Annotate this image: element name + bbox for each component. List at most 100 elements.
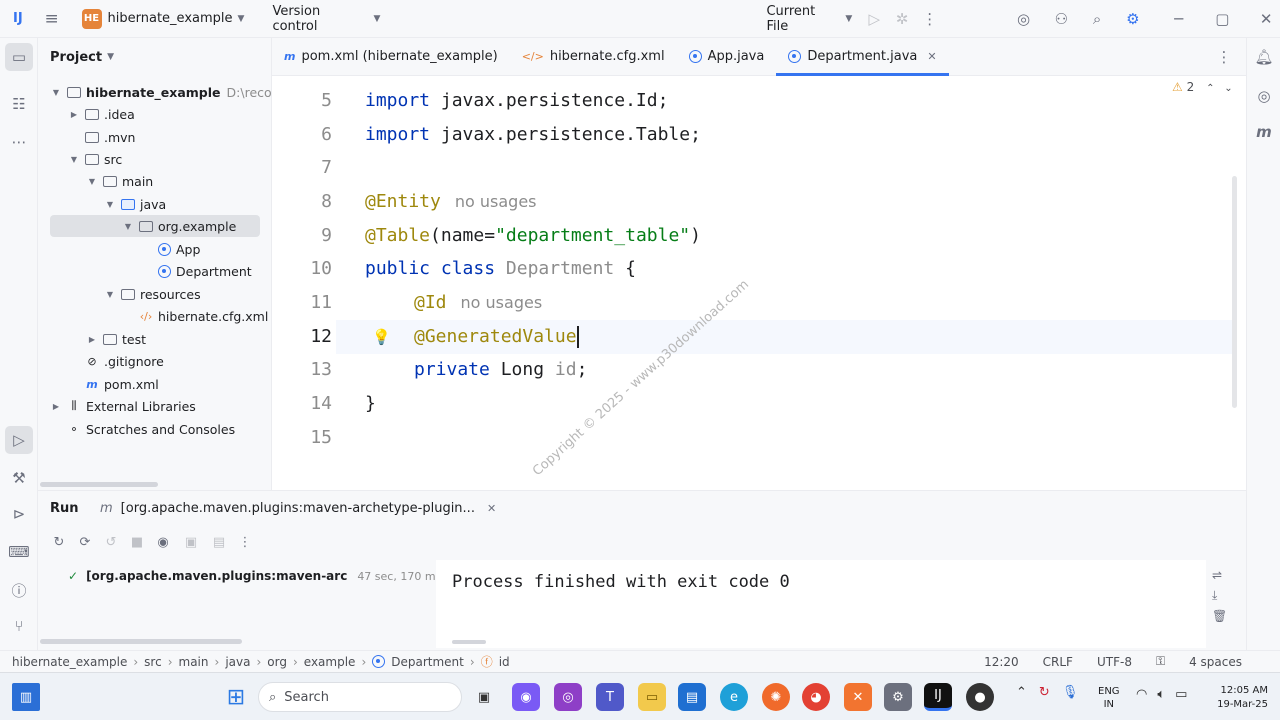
tabs-more-icon[interactable]: ⋮ (1210, 43, 1238, 71)
chevron-down-icon[interactable]: ▼ (122, 222, 134, 231)
services-tool-icon[interactable]: ⊳ (5, 500, 33, 528)
close-tab-icon[interactable]: ✕ (487, 502, 496, 515)
tree-item-java[interactable]: ▼ java (104, 193, 166, 215)
run-icon[interactable]: ▷ (860, 5, 888, 33)
settings-icon[interactable]: ⚙ (884, 683, 912, 711)
tree-item-mvn[interactable]: .mvn (68, 126, 135, 148)
run-tool-icon[interactable]: ▷ (5, 426, 33, 454)
chevron-down-icon[interactable]: ▼ (104, 290, 116, 299)
sync-icon[interactable]: ↻ (1039, 685, 1050, 700)
file-encoding[interactable]: UTF-8 (1097, 655, 1132, 669)
minimize-icon[interactable]: ─ (1165, 5, 1193, 33)
tree-item-gitignore[interactable]: ⊘ .gitignore (68, 350, 163, 372)
console-scrollbar[interactable] (452, 640, 486, 644)
debug-icon[interactable]: ✲ (888, 5, 916, 33)
chevron-right-icon[interactable]: ▶ (50, 402, 62, 411)
readonly-lock-icon[interactable]: ⚿ (1156, 654, 1165, 669)
stop-icon[interactable]: ■ (126, 535, 148, 550)
maximize-icon[interactable]: ▢ (1208, 5, 1236, 33)
rerun-debug-icon[interactable]: ↺ (100, 535, 122, 550)
run-config-selector[interactable]: Current File ▼ (758, 0, 860, 38)
app-logo-icon[interactable]: IJ (4, 5, 32, 33)
run-tree-item[interactable]: ✓ [org.apache.maven.plugins:maven-arc 47… (68, 569, 441, 583)
tree-item-main[interactable]: ▼ main (86, 170, 153, 192)
project-panel-header[interactable]: Project ▼ (38, 38, 271, 76)
warnings-indicator[interactable]: ⚠ 2 ⌃ ⌄ (1172, 80, 1233, 94)
chevron-down-icon[interactable]: ⌄ (1224, 83, 1232, 94)
chrome-icon[interactable]: ◕ (802, 683, 830, 711)
close-tab-icon[interactable]: ✕ (927, 50, 936, 63)
breadcrumb-item[interactable]: java (225, 655, 250, 669)
scroll-to-end-icon[interactable]: ⤓ (1212, 588, 1227, 603)
breadcrumb-item[interactable]: main (179, 655, 209, 669)
run-tab[interactable]: Run (50, 501, 79, 516)
usages-hint[interactable]: no usages (455, 192, 537, 211)
show-icon[interactable]: ◉ (152, 535, 174, 550)
chevron-down-icon[interactable]: ▼ (68, 155, 80, 164)
microphone-icon[interactable]: 🎙︎ (1062, 685, 1079, 700)
file-explorer-icon[interactable]: ▭ (638, 683, 666, 711)
main-menu-icon[interactable]: ≡ (38, 5, 66, 33)
camera-icon[interactable]: ▣ (178, 535, 204, 550)
tree-item-scratches[interactable]: ⚬ Scratches and Consoles (50, 418, 235, 440)
store-icon[interactable]: ▤ (678, 683, 706, 711)
intellij-icon[interactable]: IJ (924, 683, 952, 711)
chevron-down-icon[interactable]: ▼ (50, 88, 62, 97)
run-config-tab[interactable]: m [org.apache.maven.plugins:maven-archet… (100, 501, 496, 516)
breadcrumb-item[interactable]: hibernate_example (12, 655, 127, 669)
terminal-tool-icon[interactable]: ⌨ (5, 538, 33, 566)
chevron-up-icon[interactable]: ⌃ (1206, 83, 1214, 94)
xampp-icon[interactable]: ✕ (844, 683, 872, 711)
tab-hibernate-cfg-xml[interactable]: </> hibernate.cfg.xml (510, 38, 677, 76)
chevron-up-icon[interactable]: ⌃ (1016, 685, 1027, 700)
tab-department-java[interactable]: Department.java ✕ (776, 38, 949, 76)
teams-icon[interactable]: T (596, 683, 624, 711)
tree-item-org-example[interactable]: ▼ org.example (50, 215, 260, 237)
rerun-icon[interactable]: ↻ (48, 535, 70, 550)
layout-icon[interactable]: ▤ (208, 535, 230, 550)
tree-item-test[interactable]: ▶ test (86, 328, 146, 350)
firefox-icon[interactable]: ✺ (762, 683, 790, 711)
ai-assistant-icon[interactable]: ◎ (1010, 5, 1038, 33)
chevron-down-icon[interactable]: ▼ (104, 200, 116, 209)
chat-icon[interactable]: ◉ (512, 683, 540, 711)
line-separator[interactable]: CRLF (1043, 655, 1073, 669)
breadcrumb-item[interactable]: src (144, 655, 162, 669)
breadcrumb-item[interactable]: Department (391, 655, 464, 669)
taskbar-search[interactable]: ⌕ Search (258, 682, 462, 712)
tree-item-idea[interactable]: ▶ .idea (68, 103, 135, 125)
widgets-icon[interactable]: ▥ (12, 683, 40, 711)
problems-tool-icon[interactable]: ⓘ (5, 576, 33, 604)
edge-icon[interactable]: e (720, 683, 748, 711)
project-tool-icon[interactable]: ▭ (5, 43, 33, 71)
start-icon[interactable]: ⊞ (222, 683, 250, 711)
chevron-right-icon[interactable]: ▶ (68, 110, 80, 119)
tab-app-java[interactable]: App.java (677, 38, 777, 76)
usages-hint[interactable]: no usages (461, 293, 543, 312)
breadcrumb-item[interactable]: org (267, 655, 287, 669)
intention-bulb-icon[interactable]: 💡 (372, 328, 391, 346)
tree-item-resources[interactable]: ▼ resources (104, 283, 201, 305)
console-output[interactable]: Process finished with exit code 0 (436, 560, 1206, 648)
indent-setting[interactable]: 4 spaces (1189, 655, 1242, 669)
tray-icons[interactable]: ◠ 🔈︎ ▭ (1136, 687, 1187, 702)
breadcrumb-item[interactable]: id (499, 655, 510, 669)
git-tool-icon[interactable]: ⑂ (5, 612, 33, 640)
task-view-icon[interactable]: ▣ (470, 683, 498, 711)
add-user-icon[interactable]: ⚇ (1047, 5, 1075, 33)
rerun-failed-icon[interactable]: ⟳ (74, 535, 96, 550)
language-indicator[interactable]: ENG IN (1098, 685, 1120, 711)
tree-item-app[interactable]: App (140, 238, 200, 260)
settings-icon[interactable]: ⚙ (1119, 5, 1147, 33)
chevron-right-icon[interactable]: ▶ (86, 335, 98, 344)
search-icon[interactable]: ⌕ (1083, 5, 1111, 33)
structure-tool-icon[interactable]: ☷ (5, 90, 33, 118)
clock[interactable]: 12:05 AM 19-Mar-25 (1208, 684, 1268, 712)
ai-chat-icon[interactable]: ◎ (1250, 82, 1278, 110)
tree-item-hibernate-example[interactable]: ▼ hibernate_example D:\recordi (50, 81, 288, 103)
project-selector[interactable]: HE hibernate_example ▼ (74, 0, 253, 38)
close-icon[interactable]: ✕ (1252, 5, 1280, 33)
build-tool-icon[interactable]: ⚒ (5, 464, 33, 492)
maven-tool-icon[interactable]: m (1250, 118, 1278, 146)
more-tools-icon[interactable]: ⋯ (5, 128, 33, 156)
